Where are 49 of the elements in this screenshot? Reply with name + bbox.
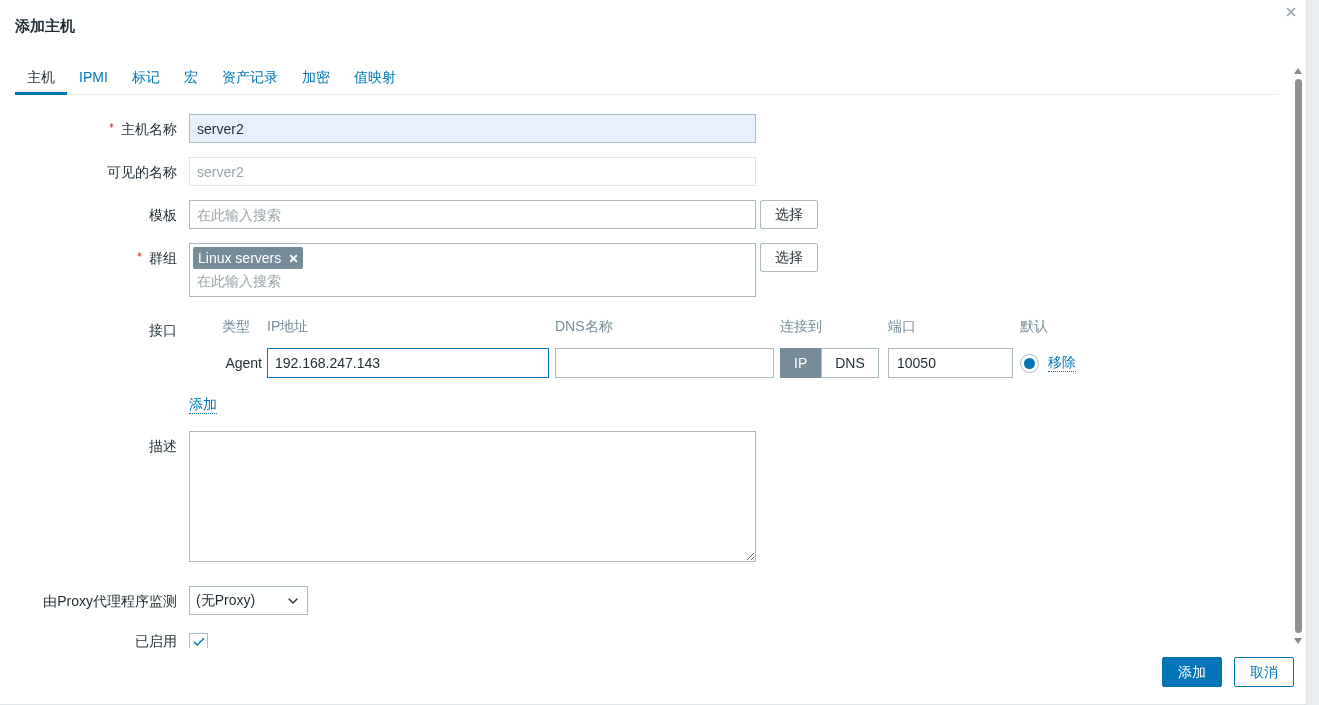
tab[interactable]: 加密	[289, 62, 342, 95]
add-interface-link[interactable]: 添加	[189, 396, 217, 414]
tab[interactable]: 宏	[171, 62, 210, 95]
column-header: 默认	[1020, 317, 1049, 336]
field-label: 主机名称	[121, 120, 177, 139]
column-header: DNS名称	[555, 317, 614, 336]
port-input[interactable]: 10050	[888, 348, 1013, 378]
field-label: 可见的名称	[107, 163, 177, 182]
proxy-select[interactable]: (无Proxy)	[189, 586, 308, 615]
tab[interactable]: 标记	[119, 62, 172, 95]
remove-link[interactable]: 移除	[1048, 354, 1076, 372]
field-label: 接口	[149, 321, 177, 340]
column-header: 类型	[222, 317, 251, 336]
column-header: IP地址	[267, 317, 310, 336]
host-name-input[interactable]: server2	[189, 114, 756, 143]
field-label: 由Proxy代理程序监测	[43, 592, 177, 611]
dialog-title: 添加主机	[15, 16, 75, 36]
tab[interactable]: 资产记录	[209, 62, 290, 95]
field-label: 群组	[149, 249, 177, 268]
dns-name-input[interactable]	[555, 348, 774, 378]
scroll-up-icon[interactable]	[1294, 68, 1302, 74]
remove-tag-icon[interactable]	[288, 252, 300, 264]
field-label: 模板	[149, 206, 177, 225]
enabled-checkbox[interactable]	[189, 633, 208, 648]
visible-name-input[interactable]: server2	[189, 157, 756, 186]
required-icon	[136, 251, 143, 258]
field-label: 已启用	[135, 633, 177, 648]
column-header: 连接到	[780, 317, 823, 336]
tab[interactable]: 主机	[15, 62, 67, 95]
field-label: 描述	[149, 437, 177, 456]
ip-address-input[interactable]: 192.168.247.143	[267, 348, 549, 378]
add-button[interactable]: 添加	[1162, 657, 1222, 687]
template-search-input[interactable]: 在此输入搜索	[189, 200, 756, 229]
group-multiselect[interactable]: Linux servers 在此输入搜索	[189, 243, 756, 297]
scroll-down-icon[interactable]	[1294, 638, 1302, 644]
interface-type: Agent	[224, 353, 262, 373]
connect-toggle[interactable]: DNS	[821, 348, 879, 378]
tab[interactable]: 值映射	[341, 62, 408, 95]
group-tag: Linux servers	[193, 247, 304, 269]
group-search-input[interactable]: 在此输入搜索	[193, 269, 752, 293]
default-radio[interactable]	[1020, 353, 1039, 373]
select-button[interactable]: 选择	[760, 200, 818, 229]
required-icon	[108, 122, 115, 129]
close-icon[interactable]	[1284, 5, 1298, 19]
column-header: 端口	[888, 317, 917, 336]
select-button[interactable]: 选择	[760, 243, 818, 272]
cancel-button[interactable]: 取消	[1234, 657, 1294, 687]
tab[interactable]: IPMI	[67, 62, 120, 95]
connect-toggle[interactable]: IP	[780, 348, 822, 378]
